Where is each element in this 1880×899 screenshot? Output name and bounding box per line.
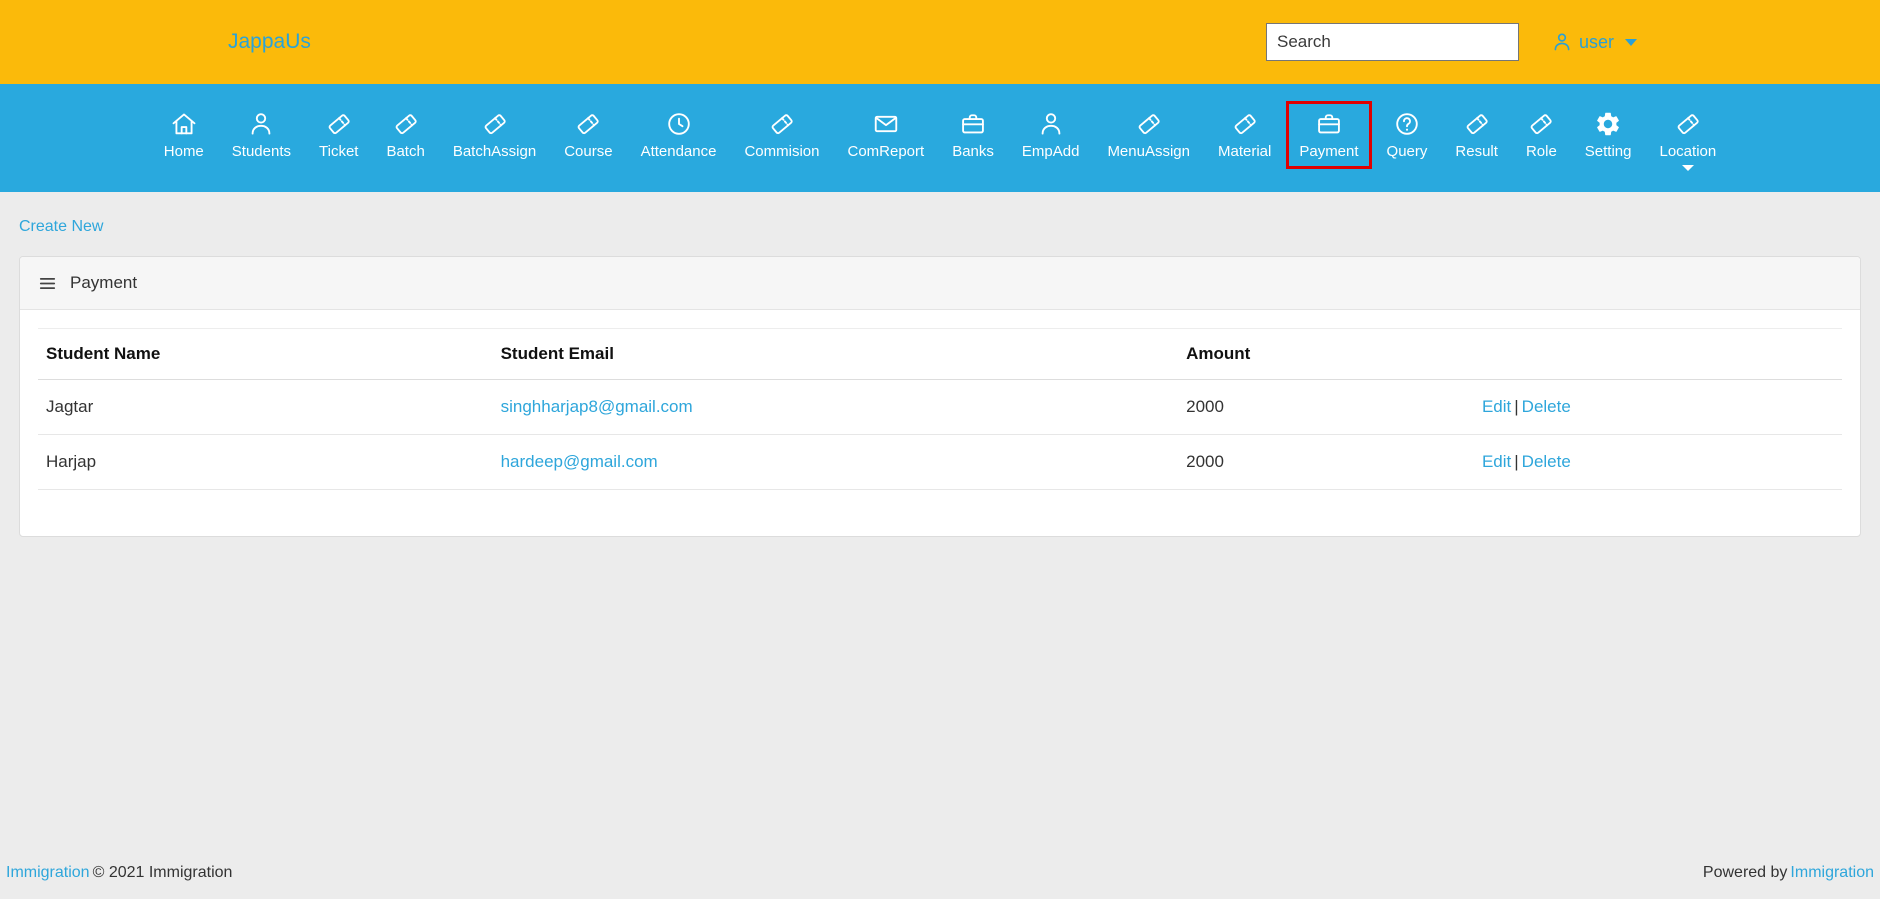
page: JappaUs user Home Students Ticket Batch … [0,0,1880,899]
delete-link[interactable]: Delete [1522,397,1571,416]
nav-item-comreport[interactable]: ComReport [834,101,937,169]
table-row: Harjap hardeep@gmail.com 2000 Edit | Delet… [38,434,1842,490]
delete-link[interactable]: Delete [1522,452,1571,471]
footer-powered-by: Powered by [1702,864,1788,881]
nav-item-commision[interactable]: Commision [731,101,832,169]
edit-link[interactable]: Edit [1482,397,1511,416]
student-name-cell: Harjap [38,434,493,490]
briefcase-icon [1315,110,1343,138]
action-separator: | [1514,452,1519,471]
nav-item-role[interactable]: Role [1513,101,1570,169]
footer-left: Immigration © 2021 Immigration [6,864,232,882]
edit-link[interactable]: Edit [1482,452,1511,471]
brand-logo[interactable]: JappaUs [228,30,311,54]
nav-item-payment[interactable]: Payment [1286,101,1372,169]
actions-cell: Edit | Delete [1473,434,1842,490]
envelope-icon [872,110,900,138]
footer-powered-link[interactable]: Immigration [1790,864,1874,881]
nav-item-home[interactable]: Home [151,101,217,169]
ticket-icon [325,110,353,138]
action-separator: | [1514,397,1519,416]
nav-item-ticket[interactable]: Ticket [306,101,371,169]
home-icon [170,110,198,138]
nav-item-empadd[interactable]: EmpAdd [1009,101,1093,169]
question-icon [1393,110,1421,138]
ticket-icon [1231,110,1259,138]
caret-down-icon [1681,165,1694,171]
ticket-icon [1674,110,1702,138]
footer-immigration-link[interactable]: Immigration [6,864,90,881]
actions-cell: Edit | Delete [1473,379,1842,435]
user-menu[interactable]: user [1551,0,1637,84]
payment-panel: Payment Student Name Student Email Amoun… [19,256,1861,537]
column-header-actions [1473,328,1842,380]
nav-item-banks[interactable]: Banks [939,101,1007,169]
nav-item-material[interactable]: Material [1205,101,1284,169]
panel-header: Payment [20,257,1860,310]
hamburger-icon [38,274,57,293]
ticket-icon [392,110,420,138]
ticket-icon [768,110,796,138]
student-name-cell: Jagtar [38,379,493,435]
column-header-student-email: Student Email [492,328,1179,380]
ticket-icon [1527,110,1555,138]
clock-icon [665,110,693,138]
student-email-link[interactable]: hardeep@gmail.com [501,452,658,471]
nav-item-students[interactable]: Students [219,101,304,169]
nav-item-attendance[interactable]: Attendance [628,101,730,169]
nav-item-batch[interactable]: Batch [373,101,437,169]
column-header-student-name: Student Name [38,328,493,380]
panel-body: Student Name Student Email Amount Jagtar… [20,310,1860,536]
nav-item-setting[interactable]: Setting [1572,101,1645,169]
ticket-icon [1463,110,1491,138]
nav-item-location[interactable]: Location [1647,101,1730,180]
amount-cell: 2000 [1178,379,1474,435]
column-header-amount: Amount [1178,328,1474,380]
nav-item-query[interactable]: Query [1374,101,1441,169]
nav-item-result[interactable]: Result [1442,101,1511,169]
nav-item-course[interactable]: Course [551,101,625,169]
gear-icon [1594,110,1622,138]
ticket-icon [481,110,509,138]
table-header-row: Student Name Student Email Amount [38,328,1842,380]
ticket-icon [574,110,602,138]
footer-right: Powered by Immigration [1703,864,1874,882]
table-row: Jagtar singhharjap8@gmail.com 2000 Edit |… [38,379,1842,435]
briefcase-icon [959,110,987,138]
person-icon [1037,110,1065,138]
nav-item-menuassign[interactable]: MenuAssign [1094,101,1203,169]
amount-cell: 2000 [1178,434,1474,490]
person-icon [247,110,275,138]
footer-copyright: © 2021 Immigration [92,864,233,881]
main-nav: Home Students Ticket Batch BatchAssign C… [0,84,1880,192]
nav-item-batchassign[interactable]: BatchAssign [440,101,549,169]
ticket-icon [1135,110,1163,138]
top-header: JappaUs user [0,0,1880,84]
panel-title: Payment [70,273,138,292]
student-email-link[interactable]: singhharjap8@gmail.com [501,397,693,416]
payments-table: Student Name Student Email Amount Jagtar… [38,328,1842,490]
main-content: Create New Payment Student Name Student … [0,192,1880,847]
user-label: user [1578,31,1614,52]
user-icon [1551,31,1573,53]
caret-down-icon [1625,38,1637,46]
search-input[interactable] [1266,23,1519,61]
page-footer: Immigration © 2021 Immigration Powered by… [0,847,1880,899]
create-new-link[interactable]: Create New [19,218,103,236]
